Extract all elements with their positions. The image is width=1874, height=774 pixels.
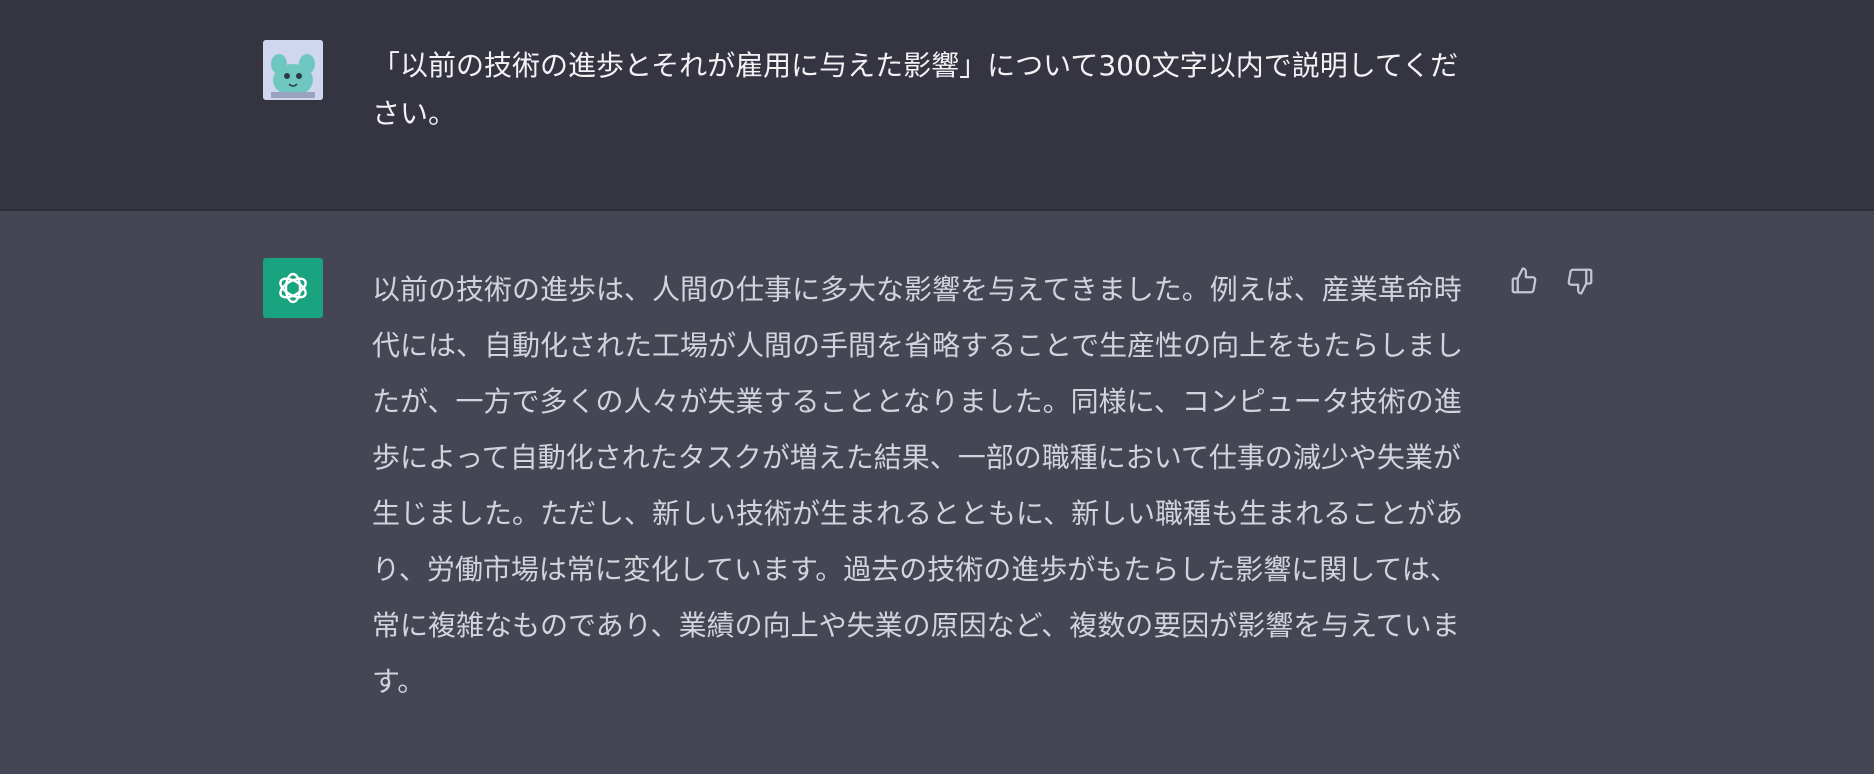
user-message-row: 「以前の技術の進歩とそれが雇用に与えた影響」について300文字以内で説明してくだ…	[0, 0, 1874, 209]
user-avatar-icon	[263, 40, 323, 100]
openai-logo-icon	[263, 258, 323, 318]
thumbs-down-icon	[1567, 268, 1593, 295]
thumbs-down-button[interactable]	[1563, 264, 1597, 298]
user-message-text: 「以前の技術の進歩とそれが雇用に与えた影響」について300文字以内で説明してくだ…	[372, 49, 1459, 130]
thumbs-up-button[interactable]	[1507, 264, 1541, 298]
thumbs-up-icon	[1511, 267, 1537, 294]
assistant-message-text: 以前の技術の進歩は、人間の仕事に多大な影響を与えてきました。例えば、産業革命時代…	[372, 273, 1464, 698]
